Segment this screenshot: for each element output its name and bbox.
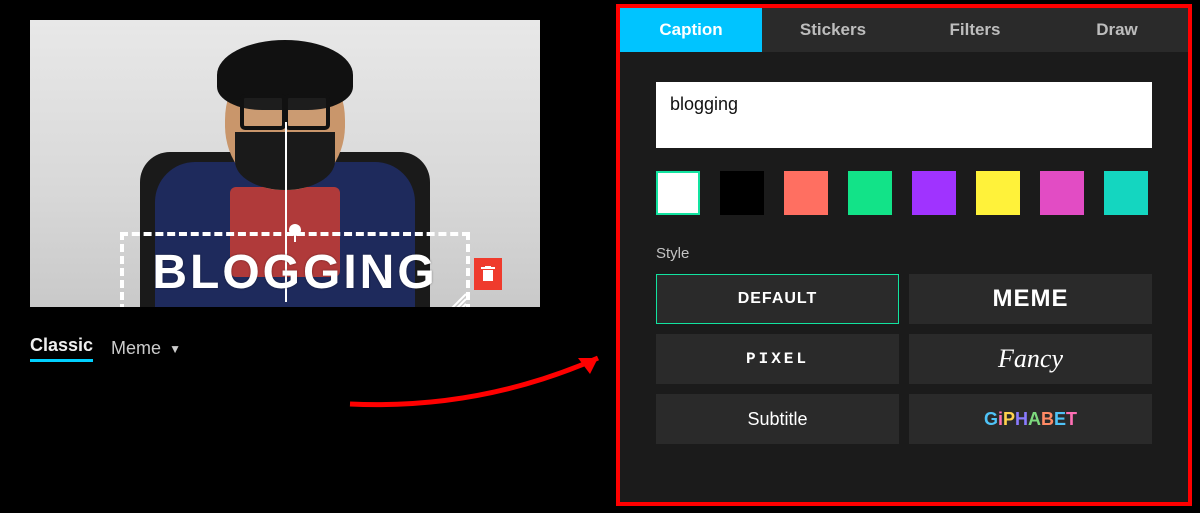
color-swatch-teal[interactable] [1104,171,1148,215]
color-swatch-purple[interactable] [912,171,956,215]
caption-input[interactable] [656,82,1152,148]
resize-handle-icon[interactable] [448,290,468,307]
color-swatch-coral[interactable] [784,171,828,215]
tab-filters[interactable]: Filters [904,8,1046,52]
chevron-down-icon: ▼ [169,342,181,356]
trash-icon [481,266,495,282]
color-swatch-black[interactable] [720,171,764,215]
editor-panel: Caption Stickers Filters Draw Style DEFA… [616,4,1192,506]
style-option-subtitle[interactable]: Subtitle [656,394,899,444]
style-grid: DEFAULT MEME PIXEL Fancy Subtitle GiPHAB… [656,274,1152,444]
color-swatch-magenta[interactable] [1040,171,1084,215]
style-option-fancy[interactable]: Fancy [909,334,1152,384]
editor-tabs: Caption Stickers Filters Draw [620,8,1188,52]
mode-tabs: Classic Meme ▼ [30,335,540,362]
mode-tab-classic[interactable]: Classic [30,335,93,362]
preview-area: BLOGGING Classic Meme ▼ [30,20,540,362]
color-swatch-green[interactable] [848,171,892,215]
caption-overlay[interactable]: BLOGGING [120,232,470,307]
mode-tab-meme[interactable]: Meme ▼ [111,338,181,359]
gphabet-letters: GiPHABET [984,409,1077,430]
tab-caption[interactable]: Caption [620,8,762,52]
caption-overlay-text: BLOGGING [124,236,466,307]
style-option-pixel[interactable]: PIXEL [656,334,899,384]
style-option-meme[interactable]: MEME [909,274,1152,324]
color-swatch-white[interactable] [656,171,700,215]
style-option-default[interactable]: DEFAULT [656,274,899,324]
style-option-gphabet[interactable]: GiPHABET [909,394,1152,444]
style-section-label: Style [656,245,1152,262]
color-swatch-yellow[interactable] [976,171,1020,215]
video-preview[interactable]: BLOGGING [30,20,540,307]
color-swatches [656,171,1152,215]
rotate-handle-icon[interactable] [289,224,301,236]
mode-tab-meme-label: Meme [111,338,161,359]
tab-stickers[interactable]: Stickers [762,8,904,52]
tab-draw[interactable]: Draw [1046,8,1188,52]
delete-caption-button[interactable] [474,258,502,290]
